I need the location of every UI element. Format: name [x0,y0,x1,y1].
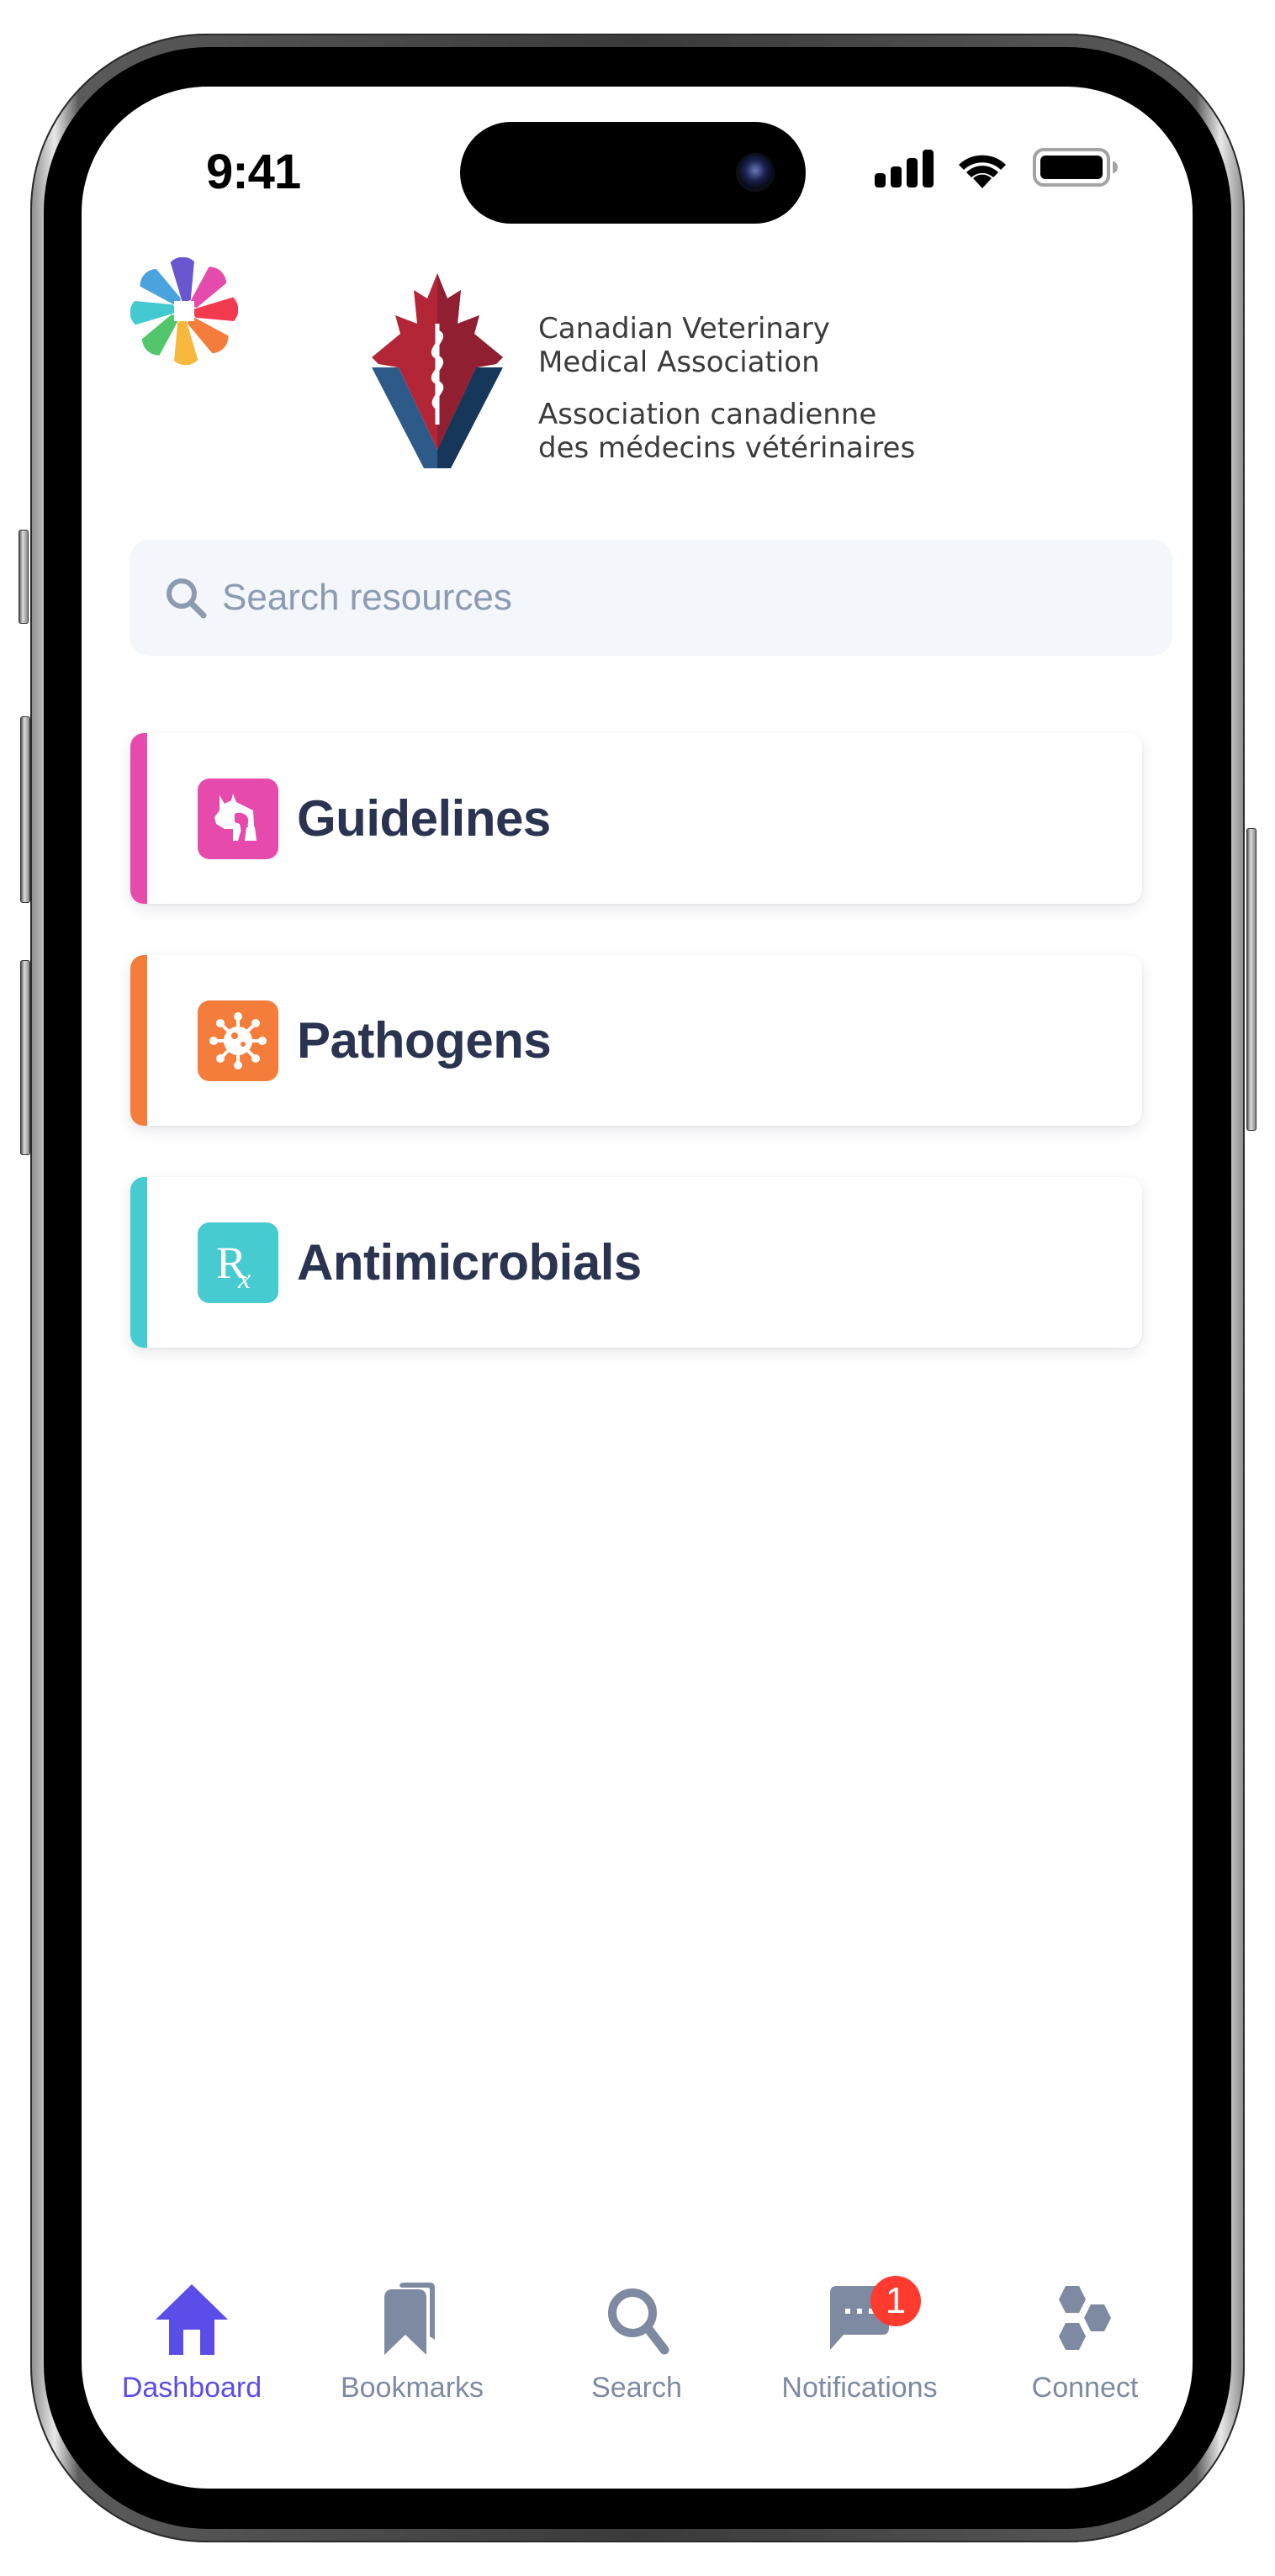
search-icon [167,578,207,619]
search-bar[interactable] [130,540,1172,656]
guidelines-icon-box [198,778,278,859]
dynamic-island [460,122,806,224]
org-name-en-line1: Canadian Veterinary [538,312,830,346]
tab-notifications[interactable]: 1 Notifications [763,2272,956,2404]
bookmarks-icon [384,2283,435,2355]
card-label: Guidelines [297,790,551,847]
card-accent-bar [130,1177,147,1348]
tab-label: Notifications [781,2372,938,2404]
tab-label: Connect [1031,2372,1139,2404]
tab-dashboard[interactable]: Dashboard [95,2272,288,2404]
pathogens-icon-box [198,1000,278,1081]
card-label: Antimicrobials [297,1234,642,1291]
card-label: Pathogens [297,1012,552,1069]
card-accent-bar [130,955,147,1126]
search-input[interactable] [220,576,1065,620]
org-name-en-line2: Medical Association [538,346,820,379]
card-antimicrobials[interactable]: R x Antimicrobials [130,1177,1142,1348]
resource-list: Guidelines Pathogens R x Antimicrobials [130,733,1142,1399]
tab-connect[interactable]: Connect [988,2272,1182,2404]
tab-label: Bookmarks [340,2372,484,2404]
wifi-icon [959,155,1006,188]
card-accent-bar [130,733,147,904]
animals-icon [214,793,257,841]
tab-bookmarks[interactable]: Bookmarks [315,2272,509,2404]
app-logo [130,257,238,365]
cvma-wordmark: Canadian Veterinary Medical Association … [538,312,915,465]
tab-label: Dashboard [121,2372,262,2404]
action-button [19,530,29,624]
cvma-logo: Canadian Veterinary Medical Association … [370,273,942,471]
notifications-icon-wrap: 1 [822,2276,921,2357]
volume-up-button [20,716,30,903]
home-icon [156,2284,228,2355]
cellular-signal-icon [875,150,934,187]
tab-label: Search [591,2372,682,2404]
volume-down-button [20,960,30,1155]
tab-bar: Dashboard Bookmarks Search 1 Notificatio… [82,2272,1193,2424]
svg-text:x: x [237,1264,251,1295]
card-pathogens[interactable]: Pathogens [130,955,1142,1126]
org-name-fr-line1: Association canadienne [538,398,877,431]
hexagons-icon [1059,2286,1111,2350]
battery-icon [1033,148,1118,187]
screen: 9:41 Canadian Veterinary Medical Associa… [82,87,1193,2489]
front-camera [736,153,775,192]
maple-leaf-v-emblem [372,273,503,468]
status-time: 9:41 [206,145,301,199]
rx-icon: R x [216,1238,251,1295]
org-name-fr-line2: des médecins vétérinaires [538,431,916,465]
tab-search[interactable]: Search [540,2272,733,2404]
virus-icon [209,1011,267,1069]
power-button [1246,828,1256,1131]
search-icon [608,2288,669,2355]
card-guidelines[interactable]: Guidelines [130,733,1142,904]
antimicrobials-icon-box: R x [198,1222,278,1303]
notification-badge: 1 [870,2276,921,2326]
